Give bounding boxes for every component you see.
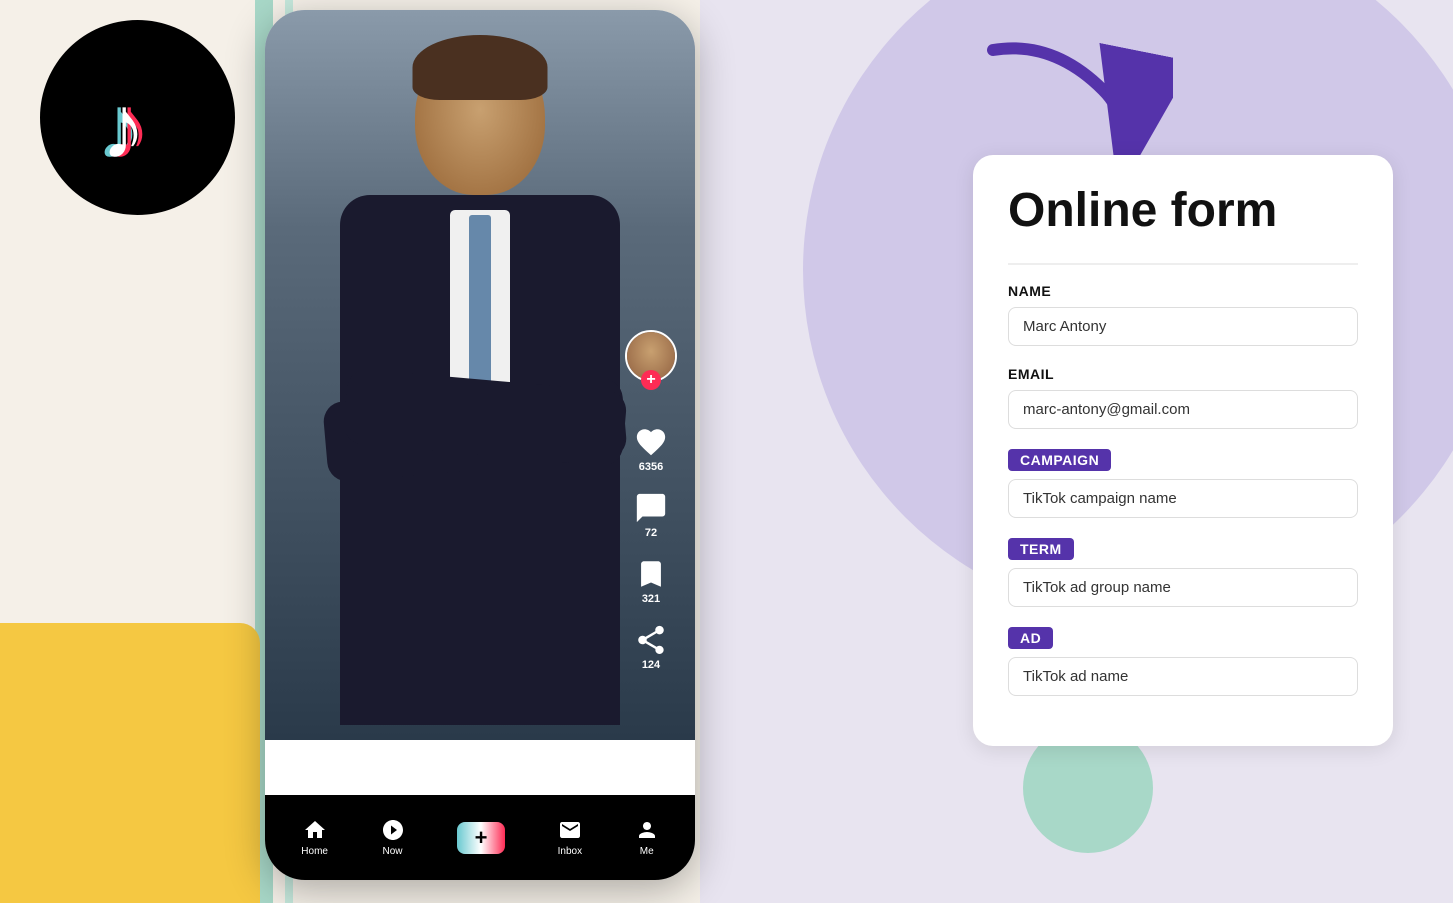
tiktok-logo: ♪ ♪ ♪ — [40, 20, 235, 215]
form-title: Online form — [1008, 185, 1358, 238]
email-input[interactable] — [1008, 390, 1358, 429]
nav-me[interactable]: Me — [635, 818, 659, 857]
nav-me-label: Me — [640, 846, 654, 857]
term-field-group: TERM — [1008, 538, 1358, 623]
email-label: EMAIL — [1008, 366, 1358, 382]
name-label: NAME — [1008, 283, 1358, 299]
form-card: Online form NAME EMAIL CAMPAIGN TERM AD — [973, 155, 1393, 746]
name-input[interactable] — [1008, 307, 1358, 346]
share-count: 124 — [642, 659, 660, 671]
like-button[interactable]: 6356 — [634, 425, 668, 473]
plus-button[interactable]: + — [457, 822, 505, 854]
man-hair — [413, 35, 548, 100]
nav-inbox-label: Inbox — [558, 846, 582, 857]
email-field-group: EMAIL — [1008, 366, 1358, 445]
phone-right-icons: + 6356 72 321 124 — [625, 330, 677, 671]
comment-count: 72 — [645, 527, 657, 539]
share-button[interactable]: 124 — [634, 623, 668, 671]
phone-nav: Home Now + Inbox Me — [265, 795, 695, 880]
name-field-group: NAME — [1008, 283, 1358, 362]
term-input[interactable] — [1008, 568, 1358, 607]
nav-plus[interactable]: + — [457, 822, 505, 854]
ad-field-group: AD — [1008, 627, 1358, 712]
like-count: 6356 — [639, 461, 663, 473]
nav-home[interactable]: Home — [301, 818, 328, 857]
form-divider — [1008, 263, 1358, 265]
campaign-input[interactable] — [1008, 479, 1358, 518]
creator-avatar: + — [625, 330, 677, 382]
campaign-label: CAMPAIGN — [1008, 449, 1111, 471]
follow-plus: + — [641, 370, 661, 390]
nav-now-label: Now — [383, 846, 403, 857]
bookmark-button[interactable]: 321 — [634, 557, 668, 605]
ad-input[interactable] — [1008, 657, 1358, 696]
nav-now[interactable]: Now — [381, 818, 405, 857]
comment-button[interactable]: 72 — [634, 491, 668, 539]
bookmark-count: 321 — [642, 593, 660, 605]
campaign-field-group: CAMPAIGN — [1008, 449, 1358, 534]
yellow-block — [0, 623, 260, 903]
term-label: TERM — [1008, 538, 1074, 560]
nav-inbox[interactable]: Inbox — [558, 818, 582, 857]
phone-mockup: + 6356 72 321 124 — [265, 10, 695, 880]
svg-text:♪: ♪ — [101, 78, 146, 173]
nav-home-label: Home — [301, 846, 328, 857]
ad-label: AD — [1008, 627, 1053, 649]
man-tie — [469, 215, 491, 395]
